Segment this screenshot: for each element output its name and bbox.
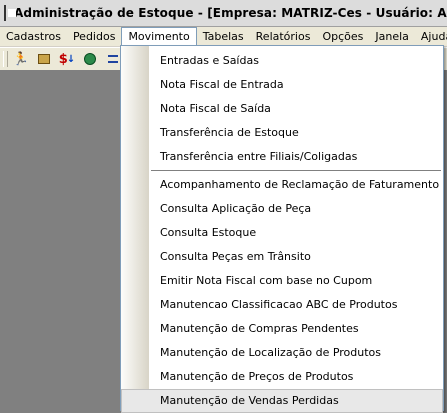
menu-bar: Cadastros Pedidos Movimento Tabelas Rela… bbox=[0, 27, 447, 46]
toolbar-button-globe[interactable] bbox=[80, 50, 100, 68]
menu-item-transferencia-estoque[interactable]: Transferência de Estoque bbox=[121, 121, 443, 145]
menu-ajuda[interactable]: Ajuda bbox=[415, 27, 447, 46]
window-title: Administração de Estoque - [Empresa: MAT… bbox=[14, 6, 447, 20]
menu-item-entradas-e-saidas[interactable]: Entradas e Saídas bbox=[121, 49, 443, 73]
menu-item-consulta-aplicacao-peca[interactable]: Consulta Aplicação de Peça bbox=[121, 197, 443, 221]
menu-item-nota-fiscal-entrada[interactable]: Nota Fiscal de Entrada bbox=[121, 73, 443, 97]
menu-item-precos-produtos[interactable]: Manutenção de Preços de Produtos bbox=[121, 365, 443, 389]
menu-item-compras-pendentes[interactable]: Manutenção de Compras Pendentes bbox=[121, 317, 443, 341]
down-arrow-icon: ↓ bbox=[66, 53, 76, 65]
run-icon: 🏃 bbox=[12, 51, 30, 67]
menu-janela[interactable]: Janela bbox=[369, 27, 415, 46]
menu-item-emitir-nota-fiscal-cupom[interactable]: Emitir Nota Fiscal com base no Cupom bbox=[121, 269, 443, 293]
toolbar-button-run[interactable]: 🏃 bbox=[11, 50, 31, 68]
movimento-dropdown-menu: Entradas e Saídas Nota Fiscal de Entrada… bbox=[120, 45, 444, 413]
app-icon[interactable] bbox=[4, 5, 16, 21]
toolbar-button-money[interactable]: $ ↓ bbox=[57, 50, 77, 68]
menu-cadastros[interactable]: Cadastros bbox=[0, 27, 67, 46]
menu-item-vendas-perdidas[interactable]: Manutenção de Vendas Perdidas bbox=[121, 389, 443, 413]
menu-item-classificacao-abc[interactable]: Manutencao Classificacao ABC de Produtos bbox=[121, 293, 443, 317]
menu-relatorios[interactable]: Relatórios bbox=[250, 27, 317, 46]
menu-movimento[interactable]: Movimento bbox=[121, 27, 197, 46]
toolbar-grip[interactable] bbox=[3, 51, 8, 67]
list-icon bbox=[108, 55, 118, 63]
menu-opcoes[interactable]: Opções bbox=[316, 27, 369, 46]
menu-item-nota-fiscal-saida[interactable]: Nota Fiscal de Saída bbox=[121, 97, 443, 121]
menu-item-acompanhamento-reclamacao[interactable]: Acompanhamento de Reclamação de Faturame… bbox=[121, 173, 443, 197]
box-icon bbox=[38, 54, 50, 64]
globe-icon bbox=[84, 53, 96, 65]
menu-item-consulta-pecas-transito[interactable]: Consulta Peças em Trânsito bbox=[121, 245, 443, 269]
menu-item-transferencia-filiais[interactable]: Transferência entre Filiais/Coligadas bbox=[121, 145, 443, 169]
menu-item-localizacao-produtos[interactable]: Manutenção de Localização de Produtos bbox=[121, 341, 443, 365]
toolbar-button-box[interactable] bbox=[34, 50, 54, 68]
menu-pedidos[interactable]: Pedidos bbox=[67, 27, 122, 46]
menu-tabelas[interactable]: Tabelas bbox=[197, 27, 250, 46]
title-bar: Administração de Estoque - [Empresa: MAT… bbox=[0, 0, 447, 27]
menu-item-consulta-estoque[interactable]: Consulta Estoque bbox=[121, 221, 443, 245]
